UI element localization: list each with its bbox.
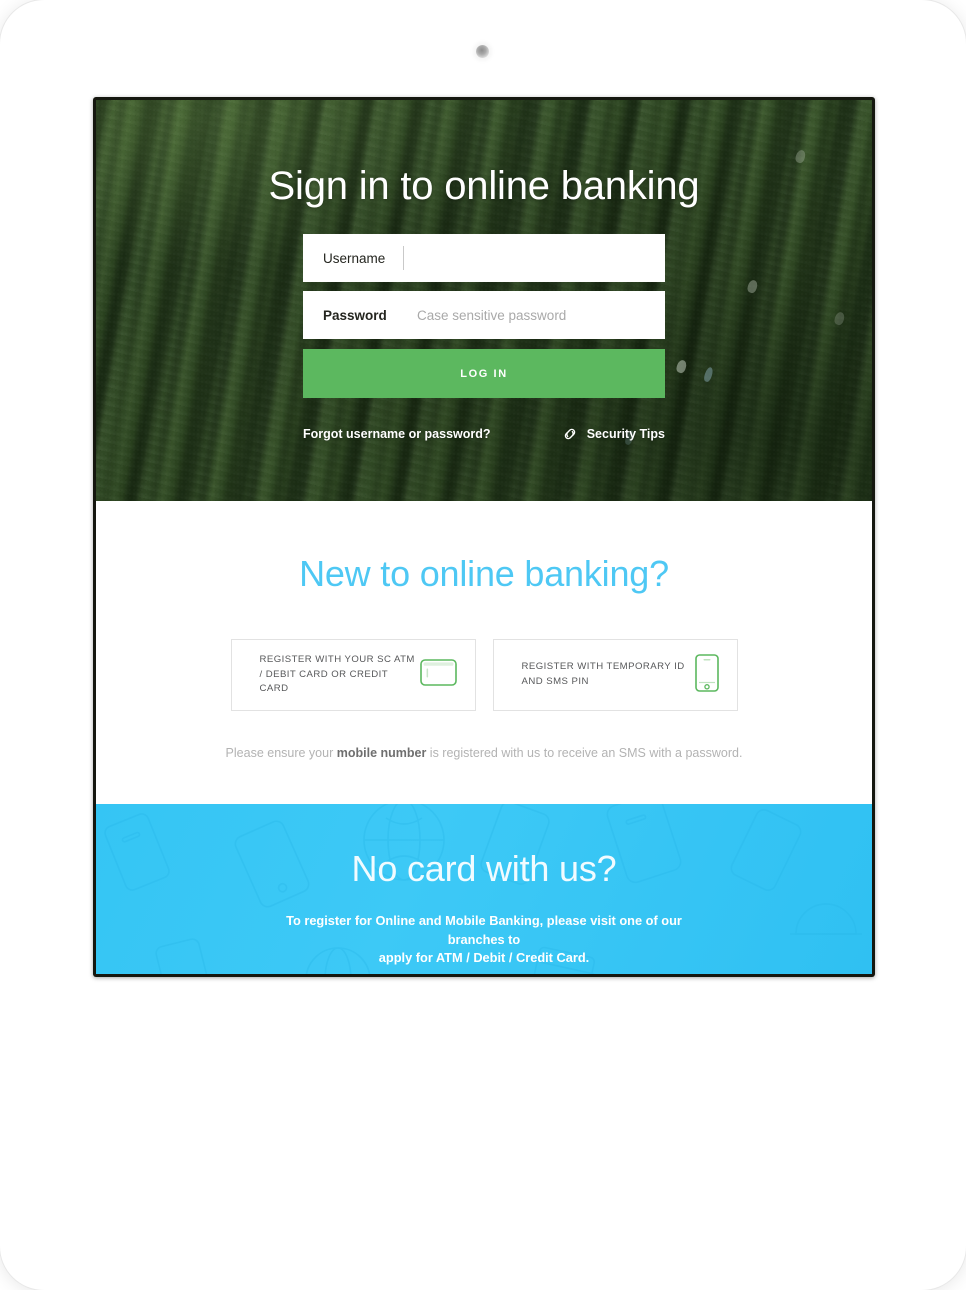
login-form: Username Password LOG IN Forgot username…	[303, 234, 665, 444]
hero-links-row: Forgot username or password? Security Ti…	[303, 424, 665, 444]
username-field-row: Username	[303, 234, 665, 282]
no-card-copy: To register for Online and Mobile Bankin…	[274, 912, 694, 968]
forgot-username-password-link[interactable]: Forgot username or password?	[303, 427, 491, 441]
no-card-copy-line2: apply for ATM / Debit / Credit Card.	[378, 950, 590, 966]
note-suffix: is registered with us to receive an SMS …	[426, 746, 743, 760]
page-title: Sign in to online banking	[268, 164, 700, 208]
password-input[interactable]	[403, 292, 665, 338]
mobile-phone-icon	[694, 653, 719, 697]
credit-card-icon	[419, 659, 457, 691]
note-prefix: Please ensure your	[225, 746, 337, 760]
register-temp-line2: AND SMS PIN	[521, 676, 589, 687]
tablet-screen: Sign in to online banking Username Passw…	[96, 100, 872, 974]
no-card-copy-line1: To register for Online and Mobile Bankin…	[286, 913, 682, 947]
front-camera-icon	[476, 45, 489, 58]
password-label: Password	[323, 307, 387, 323]
login-hero-section: Sign in to online banking Username Passw…	[96, 100, 872, 501]
no-card-heading: No card with us?	[351, 848, 617, 889]
mobile-number-note: Please ensure your mobile number is regi…	[96, 746, 872, 760]
register-card-line1: REGISTER WITH YOUR SC ATM	[259, 653, 415, 665]
register-with-card-option[interactable]: REGISTER WITH YOUR SC ATM / DEBIT CARD O…	[230, 639, 476, 711]
chain-link-icon	[560, 424, 580, 444]
security-tips-label: Security Tips	[586, 427, 665, 441]
username-label: Username	[323, 250, 386, 266]
new-to-online-banking-section: New to online banking? REGISTER WITH YOU…	[96, 501, 872, 804]
no-card-section: No card with us? To register for Online …	[96, 804, 872, 974]
new-user-heading: New to online banking?	[299, 553, 669, 594]
register-with-temporary-id-option[interactable]: REGISTER WITH TEMPORARY ID AND SMS PIN	[492, 639, 738, 711]
username-input[interactable]	[404, 235, 665, 281]
register-card-line2: / DEBIT CARD OR CREDIT CARD	[259, 668, 388, 695]
log-in-button[interactable]: LOG IN	[303, 349, 665, 398]
register-with-card-label: REGISTER WITH YOUR SC ATM / DEBIT CARD O…	[260, 653, 420, 698]
tablet-device-frame: Sign in to online banking Username Passw…	[0, 0, 966, 1290]
register-temp-id-label: REGISTER WITH TEMPORARY ID AND SMS PIN	[522, 660, 685, 690]
password-field-row: Password	[303, 291, 665, 339]
security-tips-link[interactable]: Security Tips	[560, 424, 665, 444]
registration-options: REGISTER WITH YOUR SC ATM / DEBIT CARD O…	[96, 639, 872, 711]
register-temp-line1: REGISTER WITH TEMPORARY ID	[521, 661, 685, 673]
note-bold: mobile number	[336, 746, 427, 760]
